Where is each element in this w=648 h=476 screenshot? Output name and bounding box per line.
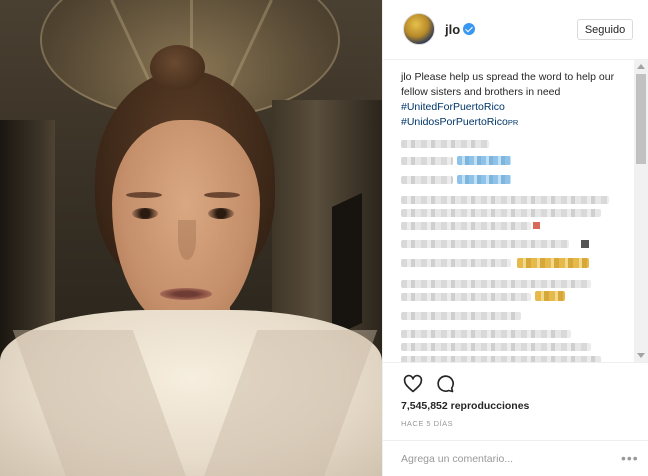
blurred-emoji — [457, 156, 511, 165]
ellipsis-icon[interactable]: ••• — [621, 451, 639, 465]
hashtag-link[interactable]: #UnitedForPuertoRico — [401, 100, 637, 115]
hair-bun — [150, 45, 205, 90]
background-doorway — [332, 193, 362, 337]
add-comment-section: ••• — [383, 440, 648, 476]
right-eye — [208, 208, 234, 219]
mouth — [160, 288, 212, 300]
comments-list[interactable]: jlo Please help us spread the word to he… — [383, 60, 648, 362]
blurred-comment — [401, 157, 453, 165]
blurred-comment — [401, 330, 571, 338]
blurred-comment — [401, 293, 531, 301]
blurred-emoji — [517, 258, 589, 268]
post-video[interactable] — [0, 0, 382, 476]
comment-input[interactable] — [401, 449, 611, 469]
right-eyebrow — [204, 192, 240, 198]
comment-bubble-icon[interactable] — [435, 374, 455, 394]
blurred-comment — [401, 312, 521, 320]
left-eyebrow — [126, 192, 162, 198]
scroll-down-arrow-icon[interactable] — [637, 353, 645, 358]
blurred-emoji — [533, 222, 540, 229]
hashtag-text: #UnidosPorPuertoRico — [401, 116, 508, 128]
blurred-comment — [401, 222, 531, 230]
hashtag-link[interactable]: #UnidosPorPuertoRicoPR — [401, 115, 637, 130]
blurred-comment — [401, 140, 489, 148]
left-eye — [132, 208, 158, 219]
blurred-emoji — [535, 291, 565, 301]
post-caption: jlo Please help us spread the word to he… — [401, 70, 637, 130]
blurred-emoji — [581, 240, 589, 248]
caption-username[interactable]: jlo — [401, 71, 412, 83]
post-side-panel: jlo Seguido jlo Please help us spread th… — [382, 0, 648, 476]
user-avatar[interactable] — [403, 13, 435, 45]
post-actions — [383, 362, 648, 402]
blurred-comment — [401, 259, 511, 267]
blurred-emoji — [457, 175, 511, 184]
post-timestamp[interactable]: HACE 5 DÍAS — [401, 419, 453, 428]
person-face — [112, 120, 260, 330]
following-button[interactable]: Seguido — [577, 19, 633, 40]
hashtag-suffix: PR — [507, 118, 519, 127]
view-count[interactable]: 7,545,852 reproducciones — [401, 400, 529, 412]
blurred-comment — [401, 196, 609, 204]
blurred-comment — [401, 240, 569, 248]
blurred-comment — [401, 176, 453, 184]
blurred-comment — [401, 343, 591, 351]
username-link[interactable]: jlo — [445, 22, 460, 37]
comments-scrollbar[interactable] — [634, 60, 648, 362]
scroll-up-arrow-icon[interactable] — [637, 64, 645, 69]
heart-icon[interactable] — [403, 374, 423, 394]
verified-badge-icon — [463, 23, 475, 35]
blurred-comment — [401, 280, 591, 288]
nose — [178, 220, 196, 260]
post-header: jlo Seguido — [383, 0, 648, 60]
blurred-comment — [401, 209, 601, 217]
caption-text: Please help us spread the word to help o… — [401, 71, 615, 98]
scroll-thumb[interactable] — [636, 74, 646, 164]
